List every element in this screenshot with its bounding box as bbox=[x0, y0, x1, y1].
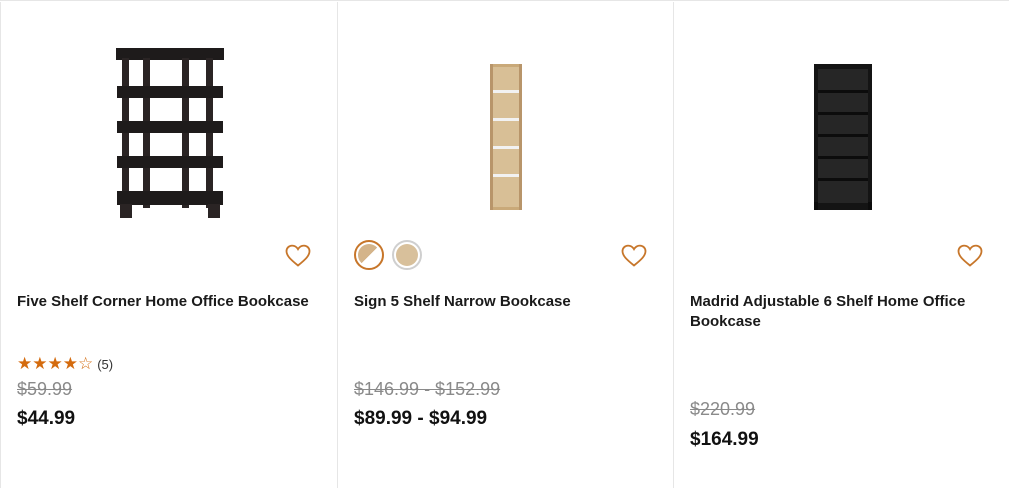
product-title[interactable]: Five Shelf Corner Home Office Bookcase bbox=[17, 292, 317, 312]
product-image[interactable] bbox=[674, 22, 1009, 242]
original-price: $220.99 bbox=[690, 399, 756, 419]
product-image[interactable] bbox=[338, 22, 673, 242]
sale-price: $164.99 bbox=[690, 429, 759, 450]
product-image[interactable] bbox=[1, 22, 337, 242]
favorite-heart-icon[interactable] bbox=[957, 244, 983, 268]
swatch-oak[interactable] bbox=[392, 240, 422, 270]
product-card[interactable]: Madrid Adjustable 6 Shelf Home Office Bo… bbox=[673, 2, 1009, 488]
black-six-shelf-bookcase-icon bbox=[814, 64, 872, 210]
rating[interactable]: ★★★★☆ (5) bbox=[17, 354, 113, 374]
black-five-tier-shelf-icon bbox=[116, 48, 224, 218]
review-count[interactable]: (5) bbox=[97, 357, 113, 372]
product-card[interactable]: Five Shelf Corner Home Office Bookcase ★… bbox=[0, 2, 337, 488]
product-grid: Five Shelf Corner Home Office Bookcase ★… bbox=[0, 0, 1009, 488]
original-price: $59.99 bbox=[17, 379, 73, 399]
narrow-oak-bookcase-icon bbox=[490, 64, 522, 210]
sale-price: $89.99 - $94.99 bbox=[354, 408, 488, 429]
favorite-heart-icon[interactable] bbox=[285, 244, 311, 268]
star-rating-icon: ★★★★☆ bbox=[17, 354, 94, 373]
favorite-heart-icon[interactable] bbox=[621, 244, 647, 268]
swatch-oak-white[interactable] bbox=[354, 240, 384, 270]
product-title[interactable]: Madrid Adjustable 6 Shelf Home Office Bo… bbox=[690, 292, 990, 332]
original-price: $146.99 - $152.99 bbox=[354, 379, 501, 399]
sale-price: $44.99 bbox=[17, 408, 76, 429]
product-title[interactable]: Sign 5 Shelf Narrow Bookcase bbox=[354, 292, 654, 312]
product-card[interactable]: Sign 5 Shelf Narrow Bookcase $146.99 - $… bbox=[337, 2, 673, 488]
